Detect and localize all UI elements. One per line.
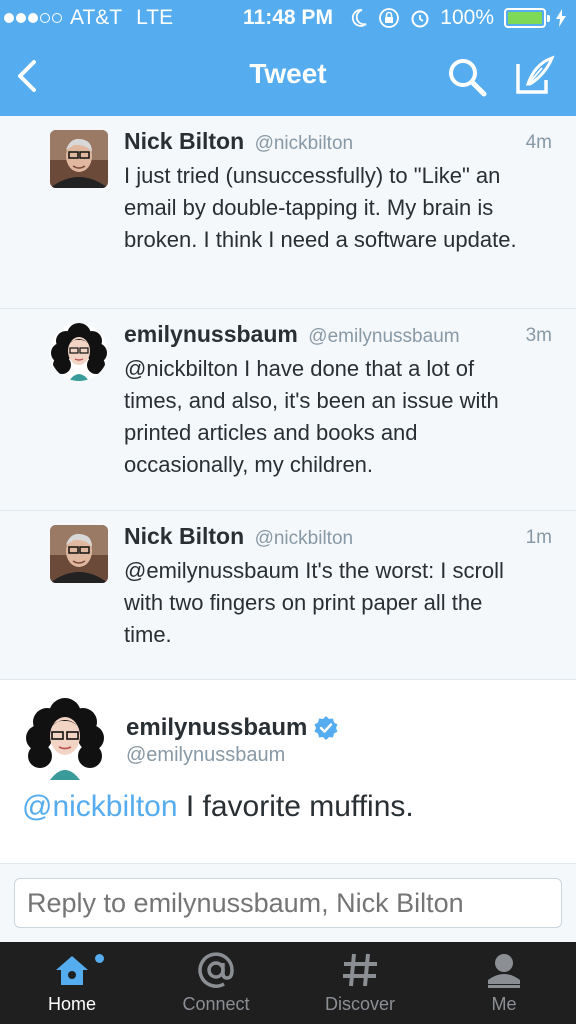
tab-label: Home — [47, 994, 96, 1014]
tweet-timestamp: 1m — [525, 527, 552, 548]
home-icon — [56, 956, 88, 985]
tab-me[interactable]: Me — [432, 942, 576, 1024]
tab-label: Discover — [324, 994, 395, 1014]
moon-icon — [352, 9, 367, 27]
avatar[interactable] — [50, 525, 108, 583]
battery-percent: 100% — [440, 6, 494, 29]
tweet-author-handle[interactable]: @emilynussbaum — [126, 744, 285, 767]
tweet-author-handle[interactable]: @nickbilton — [255, 133, 354, 154]
tweet-author-name[interactable]: Nick Bilton — [124, 523, 244, 549]
rotation-lock-icon — [379, 8, 400, 28]
tweet-timestamp: 4m — [525, 132, 552, 153]
avatar[interactable] — [24, 698, 106, 780]
tab-label: Connect — [182, 994, 250, 1014]
tab-bar: Home Connect Discover Me — [0, 942, 576, 1024]
tweet-timestamp: 3m — [525, 325, 552, 346]
mention-link[interactable]: @nickbilton — [22, 790, 178, 823]
verified-badge-icon — [314, 716, 338, 740]
tweet-author-name[interactable]: emilynussbaum — [126, 714, 339, 742]
tweet-author-name[interactable]: Nick Bilton — [124, 128, 244, 154]
tweet-author-name-text: emilynussbaum — [126, 714, 308, 741]
reply-input[interactable] — [14, 878, 562, 928]
tab-home[interactable]: Home — [0, 942, 144, 1024]
tweet-text: @emilynussbaum It's the worst: I scroll … — [124, 558, 504, 647]
tab-label: Me — [491, 994, 517, 1014]
search-icon — [449, 59, 487, 97]
top-bar: AT&T LTE 11:48 PM 100% Tweet — [0, 0, 576, 116]
avatar[interactable] — [50, 130, 108, 188]
reply-area — [0, 864, 576, 942]
tweet-text: @nickbilton I favorite muffins. — [22, 790, 414, 824]
alarm-icon — [411, 10, 429, 28]
tweet-item[interactable]: emilynussbaum @emilynussbaum 3m @nickbil… — [0, 309, 576, 511]
tweet-item[interactable]: Nick Bilton @nickbilton 4m I just tried … — [0, 116, 576, 309]
tab-discover[interactable]: Discover — [288, 942, 432, 1024]
at-icon — [198, 952, 234, 988]
compose-button[interactable] — [512, 54, 556, 98]
tweet-item[interactable]: Nick Bilton @nickbilton 1m @emilynussbau… — [0, 511, 576, 680]
tweet-author-name[interactable]: emilynussbaum — [124, 321, 298, 347]
notification-dot — [95, 954, 104, 963]
battery-icon — [504, 8, 550, 28]
search-button[interactable] — [446, 56, 488, 98]
tweet-author-handle[interactable]: @emilynussbaum — [308, 326, 459, 347]
page-title: Tweet — [249, 58, 327, 89]
person-icon — [488, 954, 520, 988]
charging-icon — [556, 9, 566, 27]
tweet-author-handle[interactable]: @nickbilton — [255, 528, 354, 549]
compose-icon — [516, 55, 555, 94]
main-tweet: emilynussbaum @emilynussbaum @nickbilton… — [0, 680, 576, 864]
avatar[interactable] — [50, 323, 108, 381]
nav-bar: Tweet — [0, 36, 576, 116]
tweet-header: Nick Bilton @nickbilton 4m — [124, 128, 552, 158]
tweet-text: I just tried (unsuccessfully) to "Like" … — [124, 163, 517, 252]
tab-connect[interactable]: Connect — [144, 942, 288, 1024]
tweet-text: @nickbilton I have done that a lot of ti… — [124, 356, 499, 477]
status-right: 100% — [350, 6, 566, 30]
tweet-text-body: I favorite muffins. — [177, 790, 414, 823]
tweet-header: emilynussbaum @emilynussbaum 3m — [124, 321, 552, 351]
status-bar: AT&T LTE 11:48 PM 100% — [0, 0, 576, 36]
tweet-header: Nick Bilton @nickbilton 1m — [124, 523, 552, 553]
hashtag-icon — [343, 953, 377, 987]
